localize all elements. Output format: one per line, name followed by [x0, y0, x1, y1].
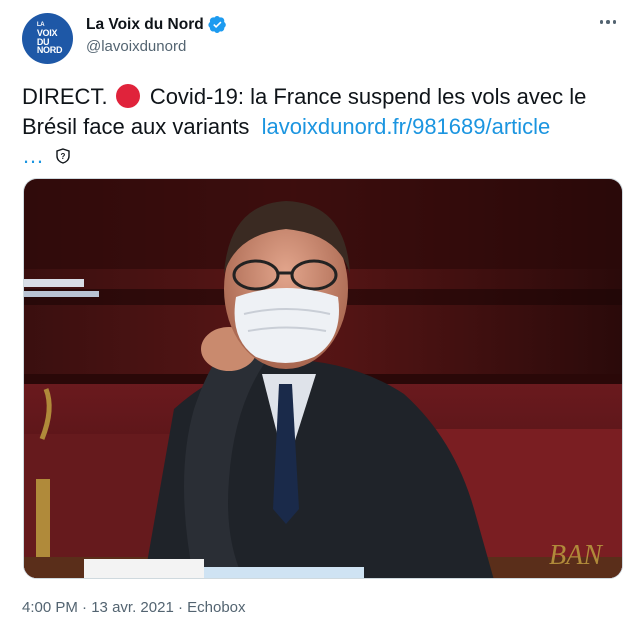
photo-illustration: BAN	[24, 179, 622, 578]
avatar-logo: LA VOIX DU NORD	[33, 22, 63, 56]
avatar-line-4: NORD	[36, 45, 63, 56]
display-name[interactable]: La Voix du Nord	[86, 16, 204, 34]
svg-text:?: ?	[61, 152, 66, 161]
avatar[interactable]: LA VOIX DU NORD	[22, 13, 73, 64]
link-ellipsis[interactable]: …	[22, 143, 44, 168]
shield-icon: ?	[56, 148, 70, 164]
tweet-text: DIRECT. Covid-19: la France suspend les …	[22, 82, 622, 171]
tweet-meta: 4:00 PM · 13 avr. 2021 · Echobox	[22, 599, 246, 616]
photo-watermark: BAN	[549, 540, 603, 571]
more-icon[interactable]	[598, 14, 618, 30]
tweet-date[interactable]: 13 avr. 2021	[91, 599, 174, 616]
handle[interactable]: @lavoixdunord	[86, 38, 186, 55]
tweet-source[interactable]: Echobox	[187, 599, 245, 616]
tweet-text-direct: DIRECT.	[22, 84, 108, 109]
tweet-photo[interactable]: BAN	[23, 178, 623, 579]
meta-separator-1: ·	[82, 599, 88, 616]
name-row: La Voix du Nord	[86, 15, 227, 34]
meta-separator-2: ·	[177, 599, 183, 616]
article-link[interactable]: lavoixdunord.fr/981689/article	[262, 114, 551, 139]
verified-icon	[208, 15, 226, 33]
tweet-time[interactable]: 4:00 PM	[22, 599, 78, 616]
tweet-card[interactable]: LA VOIX DU NORD La Voix du Nord @lavoixd…	[0, 0, 640, 626]
red-circle-icon	[115, 84, 140, 108]
